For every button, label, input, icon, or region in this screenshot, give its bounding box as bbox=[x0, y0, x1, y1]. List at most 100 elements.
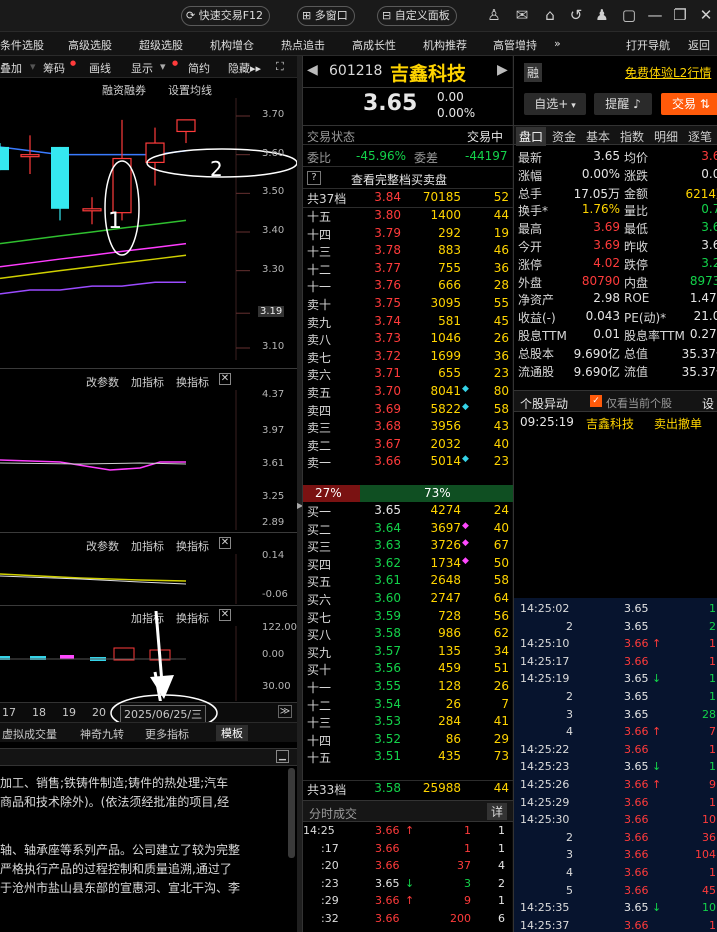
order-level-row[interactable]: 卖五 3.70 8041 ◆ 80 bbox=[303, 384, 513, 402]
tab-tick-by-tick[interactable]: 逐笔 bbox=[688, 128, 712, 145]
order-level-row[interactable]: 买六 3.60 2747 64 bbox=[303, 591, 513, 609]
custom-panel-button[interactable]: ⊟ 自定义面板 bbox=[377, 6, 457, 26]
order-level-row[interactable]: 卖七 3.72 1699 36 bbox=[303, 349, 513, 367]
order-level-row[interactable]: 十四 3.79 292 19 bbox=[303, 226, 513, 244]
order-level-row[interactable]: 卖一 3.66 5014 ◆ 23 bbox=[303, 454, 513, 472]
menu-item[interactable]: 机构推荐 bbox=[423, 37, 467, 53]
order-level-row[interactable]: 十三 3.53 284 41 bbox=[303, 714, 513, 732]
menu-item[interactable]: 超级选股 bbox=[139, 37, 183, 53]
order-level-row[interactable]: 十一 3.76 666 28 bbox=[303, 278, 513, 296]
tab-funds[interactable]: 资金 bbox=[552, 128, 576, 145]
order-level-row[interactable]: 卖四 3.69 5822 ◆ 58 bbox=[303, 402, 513, 420]
order-level-row[interactable]: 买三 3.63 3726 ◆ 67 bbox=[303, 538, 513, 556]
tab-more-indicators[interactable]: 更多指标 bbox=[145, 726, 189, 742]
order-level-row[interactable]: 买十 3.56 459 51 bbox=[303, 661, 513, 679]
menu-item[interactable]: 机构增仓 bbox=[210, 37, 254, 53]
back-icon[interactable]: ↺ bbox=[567, 6, 585, 24]
order-level-row[interactable]: 十五 3.51 435 73 bbox=[303, 749, 513, 767]
order-level-row[interactable]: 十五 3.80 1400 44 bbox=[303, 208, 513, 226]
order-level-row[interactable]: 卖八 3.73 1046 26 bbox=[303, 331, 513, 349]
quick-trade-button[interactable]: ⟳ 快速交易F12 bbox=[181, 6, 271, 26]
mail-icon[interactable]: ✉ bbox=[513, 6, 531, 24]
scrollbar[interactable] bbox=[288, 768, 295, 858]
order-level-row[interactable]: 卖六 3.71 655 23 bbox=[303, 366, 513, 384]
full-book-row[interactable]: ? 查看完整档买卖盘 bbox=[303, 167, 513, 189]
order-level-row[interactable]: 十二 3.54 26 7 bbox=[303, 697, 513, 715]
trade-button[interactable]: 交易 ⇅ bbox=[661, 93, 717, 115]
square-icon[interactable]: ▢ bbox=[620, 6, 638, 24]
restore-icon[interactable]: ❐ bbox=[671, 6, 689, 24]
menu-item[interactable]: 高成长性 bbox=[352, 37, 396, 53]
home-icon[interactable]: ⌂ bbox=[541, 6, 559, 24]
margin-trading-link[interactable]: 融资融券 bbox=[102, 82, 146, 98]
abnormal-settings[interactable]: 设 bbox=[702, 395, 714, 412]
alert-button[interactable]: 提醒 ♪ bbox=[594, 93, 652, 115]
display-button[interactable]: 显示 bbox=[131, 60, 153, 76]
draw-line-button[interactable]: 画线 bbox=[89, 60, 111, 76]
ma-settings-link[interactable]: 设置均线 bbox=[168, 82, 212, 98]
tab-templates[interactable]: 模板 bbox=[216, 725, 248, 741]
simple-button[interactable]: 简约 bbox=[188, 60, 210, 76]
open-nav-link[interactable]: 打开导航 bbox=[626, 37, 670, 53]
edit-params-button[interactable]: 改参数 bbox=[86, 538, 119, 554]
close-panel-icon[interactable]: ✕ bbox=[219, 537, 231, 549]
tab-detail[interactable]: 明细 bbox=[654, 128, 678, 145]
full-book-link[interactable]: 查看完整档买卖盘 bbox=[351, 171, 447, 188]
tab-nine-turns[interactable]: 神奇九转 bbox=[80, 726, 124, 742]
menu-item[interactable]: 热点追击 bbox=[281, 37, 325, 53]
add-watchlist-button[interactable]: 自选+ ▾ bbox=[524, 93, 586, 115]
order-level-row[interactable]: 十三 3.78 883 46 bbox=[303, 243, 513, 261]
order-level-row[interactable]: 十一 3.55 128 26 bbox=[303, 679, 513, 697]
help-icon[interactable]: ? bbox=[307, 171, 321, 185]
menu-item[interactable]: 高管增持 bbox=[493, 37, 537, 53]
tab-quote[interactable]: 盘口 bbox=[516, 127, 547, 146]
order-level-row[interactable]: 买二 3.64 3697 ◆ 40 bbox=[303, 521, 513, 539]
tab-basic[interactable]: 基本 bbox=[586, 128, 610, 145]
menu-item[interactable]: 条件选股 bbox=[0, 37, 44, 53]
order-level-row[interactable]: 卖三 3.68 3956 43 bbox=[303, 419, 513, 437]
minimize-icon[interactable]: — bbox=[646, 6, 664, 24]
switch-indicator-button[interactable]: 换指标 bbox=[176, 538, 209, 554]
close-panel-icon[interactable]: ✕ bbox=[219, 609, 231, 621]
chips-button[interactable]: 筹码 bbox=[43, 60, 65, 76]
menu-item[interactable]: 高级选股 bbox=[68, 37, 112, 53]
fullscreen-icon[interactable]: ⛶ bbox=[276, 60, 284, 74]
prev-stock-icon[interactable]: ◀ bbox=[307, 62, 318, 78]
overlay-button[interactable]: 叠加 bbox=[0, 60, 22, 76]
order-level-row[interactable]: 十二 3.77 755 36 bbox=[303, 261, 513, 279]
tick-price: 3.66 bbox=[624, 654, 649, 668]
order-level-row[interactable]: 卖九 3.74 581 45 bbox=[303, 314, 513, 332]
only-current-checkbox[interactable]: ✓ bbox=[590, 395, 602, 407]
back-link[interactable]: 返回 bbox=[688, 37, 710, 53]
order-level-row[interactable]: 买九 3.57 135 34 bbox=[303, 644, 513, 662]
order-level-row[interactable]: 买八 3.58 986 62 bbox=[303, 626, 513, 644]
close-panel-icon[interactable]: ✕ bbox=[219, 373, 231, 385]
l2-trial-link[interactable]: 免费体验L2行情 bbox=[625, 64, 711, 81]
hide-button[interactable]: 隐藏▸▸ bbox=[228, 60, 261, 76]
user-icon[interactable]: ♙ bbox=[485, 6, 503, 24]
menu-more[interactable]: » bbox=[554, 37, 561, 50]
tab-index[interactable]: 指数 bbox=[620, 128, 644, 145]
shirt-icon[interactable]: ♟ bbox=[593, 6, 611, 24]
tab-virtual-volume[interactable]: 虚拟成交量 bbox=[2, 726, 57, 742]
order-level-row[interactable]: 十四 3.52 86 29 bbox=[303, 732, 513, 750]
switch-indicator-button[interactable]: 换指标 bbox=[176, 374, 209, 390]
add-indicator-button[interactable]: 加指标 bbox=[131, 538, 164, 554]
minimize-panel-icon[interactable]: ▁ bbox=[276, 750, 289, 763]
tick-volume: 36 bbox=[702, 830, 716, 844]
order-level-row[interactable]: 买四 3.62 1734 ◆ 50 bbox=[303, 556, 513, 574]
order-level-row[interactable]: 卖二 3.67 2032 40 bbox=[303, 437, 513, 455]
close-icon[interactable]: ✕ bbox=[697, 6, 715, 24]
next-stock-icon[interactable]: ▶ bbox=[497, 62, 508, 78]
order-level-row[interactable]: 买五 3.61 2648 58 bbox=[303, 573, 513, 591]
order-level-row[interactable]: 买七 3.59 728 56 bbox=[303, 609, 513, 627]
tape-detail-button[interactable]: 详 bbox=[487, 803, 508, 820]
tick-price: 3.65 bbox=[624, 602, 649, 615]
multi-window-button[interactable]: ⊞ 多窗口 bbox=[297, 6, 355, 26]
edit-params-button[interactable]: 改参数 bbox=[86, 374, 119, 390]
switch-indicator-button[interactable]: 换指标 bbox=[176, 610, 209, 626]
add-indicator-button[interactable]: 加指标 bbox=[131, 374, 164, 390]
order-level-row[interactable]: 卖十 3.75 3095 55 bbox=[303, 296, 513, 314]
scroll-right-icon[interactable]: ≫ bbox=[278, 705, 292, 718]
order-level-row[interactable]: 买一 3.65 4274 24 bbox=[303, 503, 513, 521]
